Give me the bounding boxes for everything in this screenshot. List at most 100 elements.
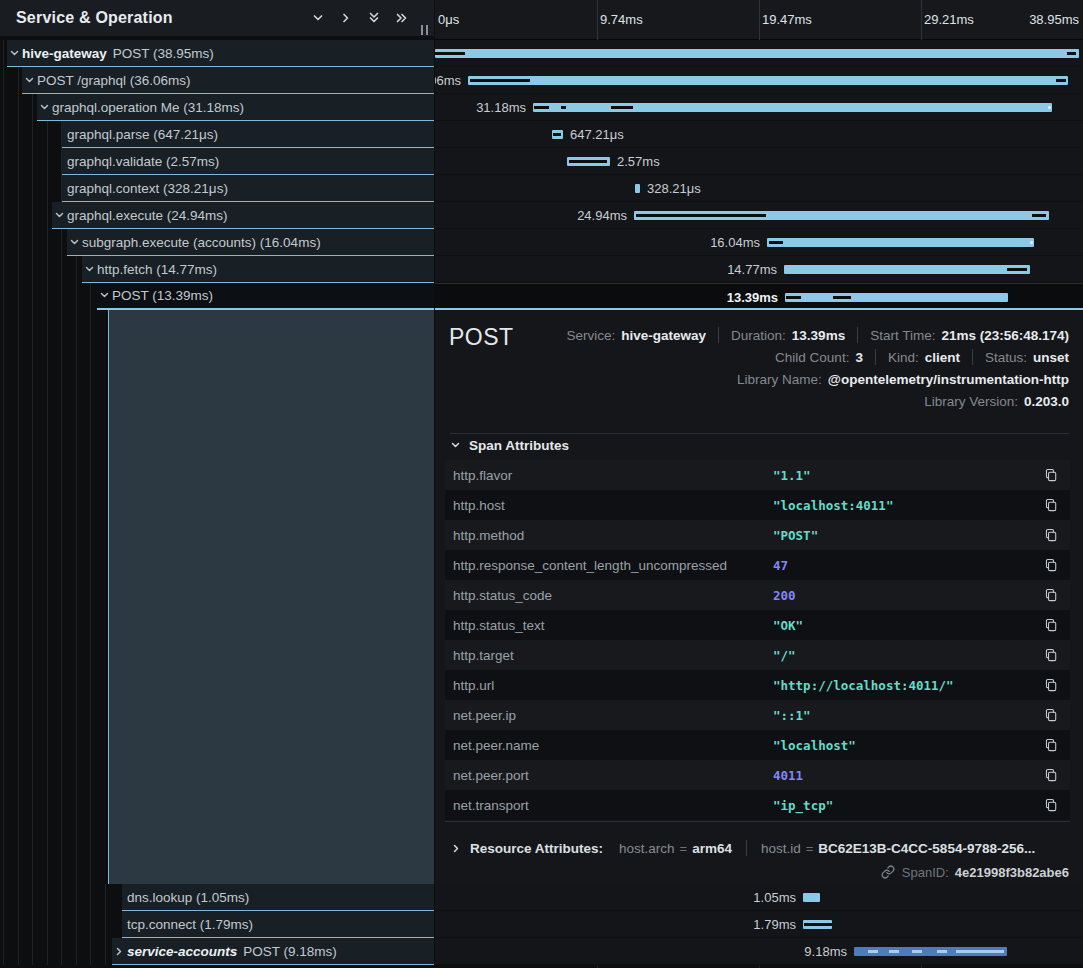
copy-icon[interactable] [1044, 768, 1058, 782]
copy-icon[interactable] [1044, 738, 1058, 752]
span-operation-label: http.fetch (14.77ms) [97, 262, 217, 277]
copy-icon[interactable] [1044, 798, 1058, 812]
span-bar-row[interactable]: 9.18ms [435, 938, 1083, 965]
indent-guide-line [3, 94, 4, 121]
chevron-down-icon[interactable] [69, 237, 82, 248]
expand-one-icon[interactable] [332, 4, 360, 32]
detail-meta-line-4: Library Version: 0.203.0 [924, 390, 1069, 412]
span-bar-row[interactable]: 1.79ms [435, 911, 1083, 938]
indent-guide-line [90, 283, 91, 310]
span-row[interactable]: graphql.operation Me (31.18ms) [0, 94, 434, 121]
span-row[interactable]: POST (13.39ms) [0, 283, 434, 310]
copy-icon[interactable] [1044, 708, 1058, 722]
span-bar[interactable] [785, 293, 1008, 302]
attribute-key: http.method [453, 528, 524, 543]
resource-equals: = [680, 841, 688, 856]
indent-guide-line [18, 911, 19, 938]
start-time-value: 21ms (23:56:48.174) [941, 328, 1069, 343]
span-attributes-title: Span Attributes [469, 438, 569, 453]
span-row[interactable]: graphql.context (328.21μs) [0, 175, 434, 202]
span-bar[interactable] [635, 184, 640, 193]
span-attributes-header[interactable]: Span Attributes [450, 438, 569, 453]
span-bar[interactable] [803, 893, 820, 902]
panel-resize-handle[interactable] [421, 25, 430, 35]
span-bar[interactable] [767, 238, 1034, 247]
span-row[interactable]: dns.lookup (1.05ms) [0, 884, 434, 911]
link-icon[interactable] [881, 865, 895, 879]
meta-separator [857, 327, 858, 343]
span-row[interactable]: http.fetch (14.77ms) [0, 256, 434, 283]
span-bar-mark [569, 160, 607, 163]
collapse-all-icon[interactable] [360, 4, 388, 32]
span-row[interactable]: graphql.validate (2.57ms) [0, 148, 434, 175]
copy-icon[interactable] [1044, 528, 1058, 542]
chevron-down-icon[interactable] [24, 75, 37, 86]
attribute-value: 47 [773, 558, 788, 573]
indent-guide-line [18, 256, 19, 283]
span-bar-row[interactable]: 13.39ms [435, 283, 1083, 310]
indent-guide-line [18, 310, 19, 884]
span-row[interactable]: tcp.connect (1.79ms) [0, 911, 434, 938]
span-row[interactable]: POST /graphql (36.06ms) [0, 67, 434, 94]
span-bar-mark [1067, 52, 1076, 55]
copy-icon[interactable] [1044, 468, 1058, 482]
chevron-down-icon[interactable] [39, 102, 52, 113]
ruler-tick-label: 0μs [438, 0, 459, 40]
resource-key: host.arch [619, 841, 675, 856]
span-row[interactable]: service-accountsPOST (9.18ms) [0, 938, 434, 965]
span-bar-row[interactable]: 36.06ms [435, 67, 1083, 94]
indent-guide-line [47, 283, 48, 310]
chevron-down-icon[interactable] [84, 264, 97, 275]
span-duration-label: 647.21μs [570, 121, 624, 148]
span-row-cell: subgraph.execute (accounts) (16.04ms) [67, 229, 434, 256]
span-duration-label: 1.05ms [753, 884, 796, 911]
indent-guide-line [18, 938, 19, 965]
chevron-right-icon[interactable] [114, 946, 127, 957]
span-row-cell: graphql.parse (647.21μs) [62, 121, 434, 148]
attribute-row: net.transport"ip_tcp" [445, 790, 1070, 820]
span-row[interactable]: subgraph.execute (accounts) (16.04ms) [0, 229, 434, 256]
span-bar[interactable] [435, 49, 1079, 58]
span-bar-row[interactable]: 38.95ms [435, 40, 1083, 67]
trace-viewer: Service & Operation hive-gatewayPOST (38… [0, 0, 1083, 968]
span-bar-row[interactable]: 2.57ms [435, 148, 1083, 175]
chevron-down-icon[interactable] [54, 210, 67, 221]
copy-icon[interactable] [1044, 498, 1058, 512]
attribute-value: 4011 [773, 768, 803, 783]
attribute-row: net.peer.name"localhost" [445, 730, 1070, 760]
span-row[interactable]: graphql.execute (24.94ms) [0, 202, 434, 229]
copy-icon[interactable] [1044, 618, 1058, 632]
span-bar-row[interactable]: 14.77ms [435, 256, 1083, 283]
span-bar-row[interactable]: 328.21μs [435, 175, 1083, 202]
span-bar[interactable] [468, 76, 1068, 85]
expand-all-icon[interactable] [388, 4, 416, 32]
indent-guide-line [32, 256, 33, 283]
indent-guide-line [61, 229, 62, 256]
status-value: unset [1033, 350, 1069, 365]
span-bar-row[interactable]: 24.94ms [435, 202, 1083, 229]
span-bar-mark [1032, 214, 1046, 217]
span-row[interactable]: graphql.parse (647.21μs) [0, 121, 434, 148]
span-row-cell: graphql.execute (24.94ms) [52, 202, 434, 229]
start-time-label: Start Time: [870, 328, 935, 343]
resource-value: arm64 [692, 841, 732, 856]
attribute-key: http.flavor [453, 468, 512, 483]
span-bar-row[interactable]: 16.04ms [435, 229, 1083, 256]
chevron-down-icon[interactable] [9, 48, 22, 59]
collapse-one-icon[interactable] [304, 4, 332, 32]
indent-guide-line [47, 310, 48, 884]
copy-icon[interactable] [1044, 678, 1058, 692]
span-bar-row[interactable]: 647.21μs [435, 121, 1083, 148]
span-bar-row[interactable]: 31.18ms [435, 94, 1083, 121]
copy-icon[interactable] [1044, 588, 1058, 602]
attribute-key: http.response_content_length_uncompresse… [453, 558, 727, 573]
indent-guide-line [47, 175, 48, 202]
chevron-down-icon[interactable] [99, 290, 112, 301]
span-bar-mark [553, 133, 561, 136]
resource-attributes-row[interactable]: Resource Attributes: host.arch=arm64host… [451, 834, 1035, 862]
copy-icon[interactable] [1044, 558, 1058, 572]
span-row[interactable]: hive-gatewayPOST (38.95ms) [0, 40, 434, 67]
span-bar[interactable] [784, 265, 1030, 274]
span-bar-row[interactable]: 1.05ms [435, 884, 1083, 911]
copy-icon[interactable] [1044, 648, 1058, 662]
